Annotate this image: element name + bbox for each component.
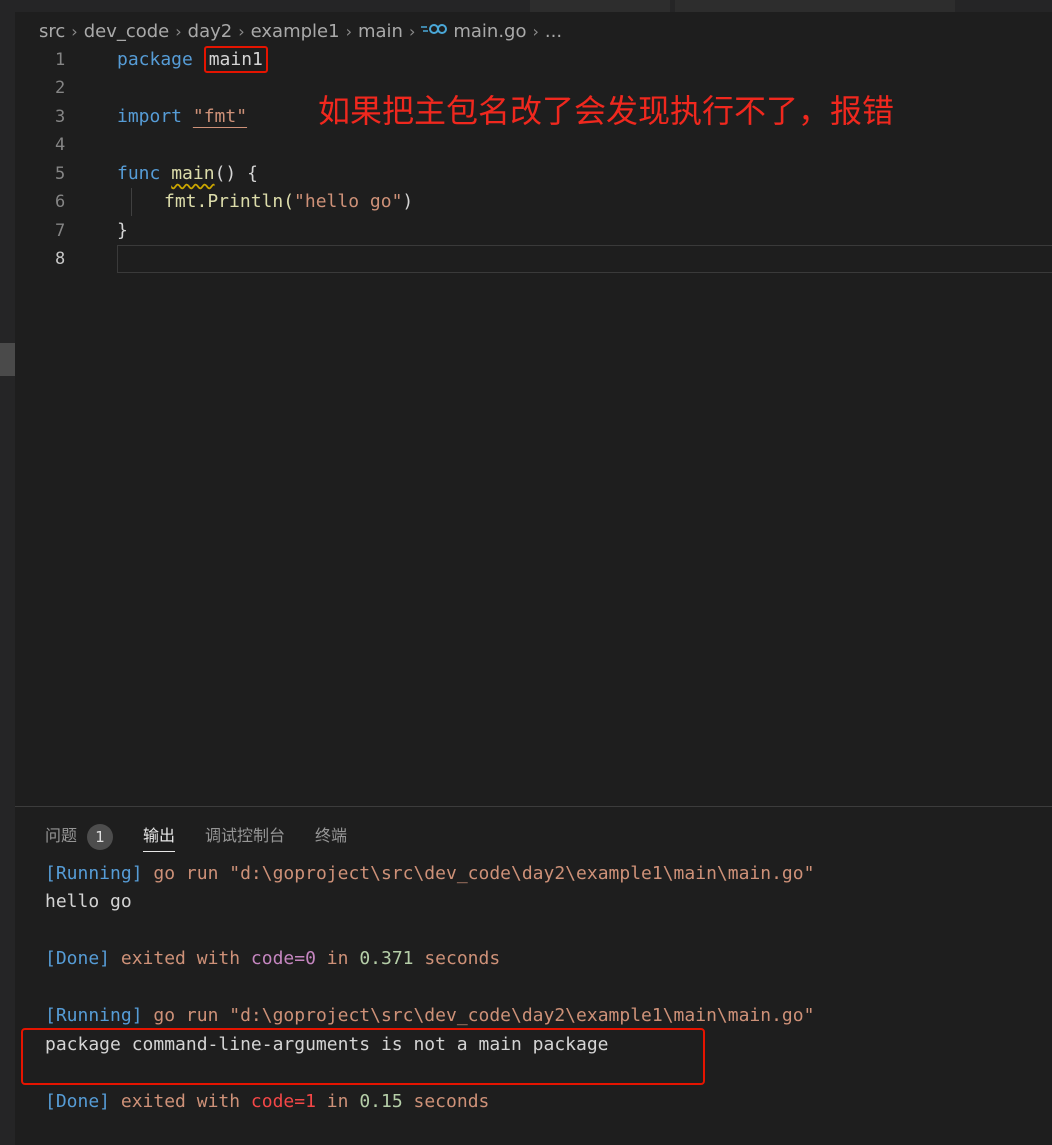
done-tag: [Done] — [45, 948, 111, 969]
tab-problems-label: 问题 — [45, 826, 78, 845]
in-text: in — [315, 948, 360, 969]
code-line: 4 — [15, 131, 1052, 159]
breadcrumb-item-main[interactable]: main — [358, 21, 403, 42]
run-command: go run "d:\goproject\src\dev_code\day2\e… — [142, 1005, 815, 1026]
line-number: 3 — [55, 107, 66, 127]
func-signature: () { — [214, 163, 258, 184]
code-editor[interactable]: 1 package main1 2 3 import "fmt" 4 5 fun… — [15, 46, 1052, 806]
code-text: fmt.Println("hello go") — [164, 188, 413, 216]
left-gutter-bar — [0, 0, 15, 1145]
seconds-text: seconds — [402, 1091, 490, 1112]
code-text: func main() { — [117, 160, 258, 188]
line-number: 8 — [55, 249, 66, 269]
tab-problems[interactable]: 问题 1 — [45, 821, 114, 851]
import-string: "fmt" — [192, 106, 248, 127]
keyword-func: func — [117, 163, 161, 184]
panel-divider[interactable] — [15, 806, 1052, 807]
package-name-highlight: main1 — [203, 46, 268, 73]
running-tag: [Running] — [45, 1005, 143, 1026]
annotation-text: 如果把主包名改了会发现执行不了，报错 — [318, 92, 895, 130]
output-line: [Done] exited with code=1 in 0.15 second… — [45, 1088, 489, 1116]
breadcrumb-item-file[interactable]: main.go — [453, 21, 526, 42]
keyword-package: package — [117, 49, 193, 70]
chevron-right-icon: › — [532, 21, 539, 41]
exit-code: code=0 — [250, 948, 316, 969]
current-line-highlight — [117, 245, 1052, 273]
seconds-text: seconds — [413, 948, 501, 969]
tab-terminal[interactable]: 终端 — [315, 821, 347, 851]
exited-text: exited with — [110, 948, 251, 969]
in-text: in — [315, 1091, 360, 1112]
tab-debug-console[interactable]: 调试控制台 — [205, 821, 285, 851]
done-tag: [Done] — [45, 1091, 111, 1112]
run-command: go run "d:\goproject\src\dev_code\day2\e… — [142, 863, 815, 884]
hello-string: "hello go" — [294, 191, 403, 212]
running-tag: [Running] — [45, 863, 143, 884]
code-text: package main1 — [117, 46, 268, 74]
code-line: 1 package main1 — [15, 46, 1052, 74]
elapsed-time: 0.15 — [359, 1091, 403, 1112]
code-line: 6 fmt.Println("hello go") — [15, 188, 1052, 216]
chevron-right-icon: › — [71, 21, 78, 41]
scrollbar-thumb[interactable] — [0, 343, 15, 376]
output-line: [Running] go run "d:\goproject\src\dev_c… — [45, 1002, 814, 1030]
output-line: [Running] go run "d:\goproject\src\dev_c… — [45, 860, 814, 888]
code-text: } — [117, 220, 128, 241]
chevron-right-icon: › — [175, 21, 182, 41]
code-line-current: 8 — [15, 245, 1052, 273]
elapsed-time: 0.371 — [359, 948, 414, 969]
breadcrumb: src › dev_code › day2 › example1 › main … — [39, 18, 562, 44]
tab-strip-segment — [675, 0, 955, 12]
keyword-import: import — [117, 106, 183, 127]
problems-count-badge: 1 — [87, 823, 114, 850]
breadcrumb-item-day2[interactable]: day2 — [188, 21, 233, 42]
output-line: hello go — [45, 891, 132, 912]
line-number: 7 — [55, 221, 66, 241]
breadcrumb-item-src[interactable]: src — [39, 21, 65, 42]
code-line: 7 } — [15, 217, 1052, 245]
tab-strip-segment — [530, 0, 670, 12]
chevron-right-icon: › — [238, 21, 245, 41]
editor-tab-strip — [0, 0, 1052, 12]
panel-tabs: 问题 1 输出 调试控制台 终端 — [45, 820, 377, 852]
close-paren: ) — [402, 191, 414, 212]
function-name: main — [171, 163, 215, 184]
line-number: 5 — [55, 164, 66, 184]
line-number: 1 — [55, 50, 66, 70]
breadcrumb-item-example1[interactable]: example1 — [251, 21, 340, 42]
error-highlight-box — [21, 1028, 705, 1085]
indent-guide — [131, 188, 132, 216]
line-number: 4 — [55, 135, 66, 155]
code-line: 5 func main() { — [15, 160, 1052, 188]
line-number: 6 — [55, 192, 66, 212]
tab-output[interactable]: 输出 — [143, 821, 176, 852]
exit-code: code=1 — [250, 1091, 316, 1112]
chevron-right-icon: › — [408, 21, 416, 41]
println-call: fmt.Println( — [164, 191, 295, 212]
code-text: import "fmt" — [117, 103, 247, 131]
output-line: [Done] exited with code=0 in 0.371 secon… — [45, 945, 500, 973]
exited-text: exited with — [110, 1091, 251, 1112]
go-file-icon — [421, 23, 448, 39]
line-number: 2 — [55, 78, 66, 98]
chevron-right-icon: › — [345, 21, 352, 41]
breadcrumb-item-dev-code[interactable]: dev_code — [84, 21, 170, 42]
breadcrumb-more[interactable]: ... — [545, 21, 562, 42]
